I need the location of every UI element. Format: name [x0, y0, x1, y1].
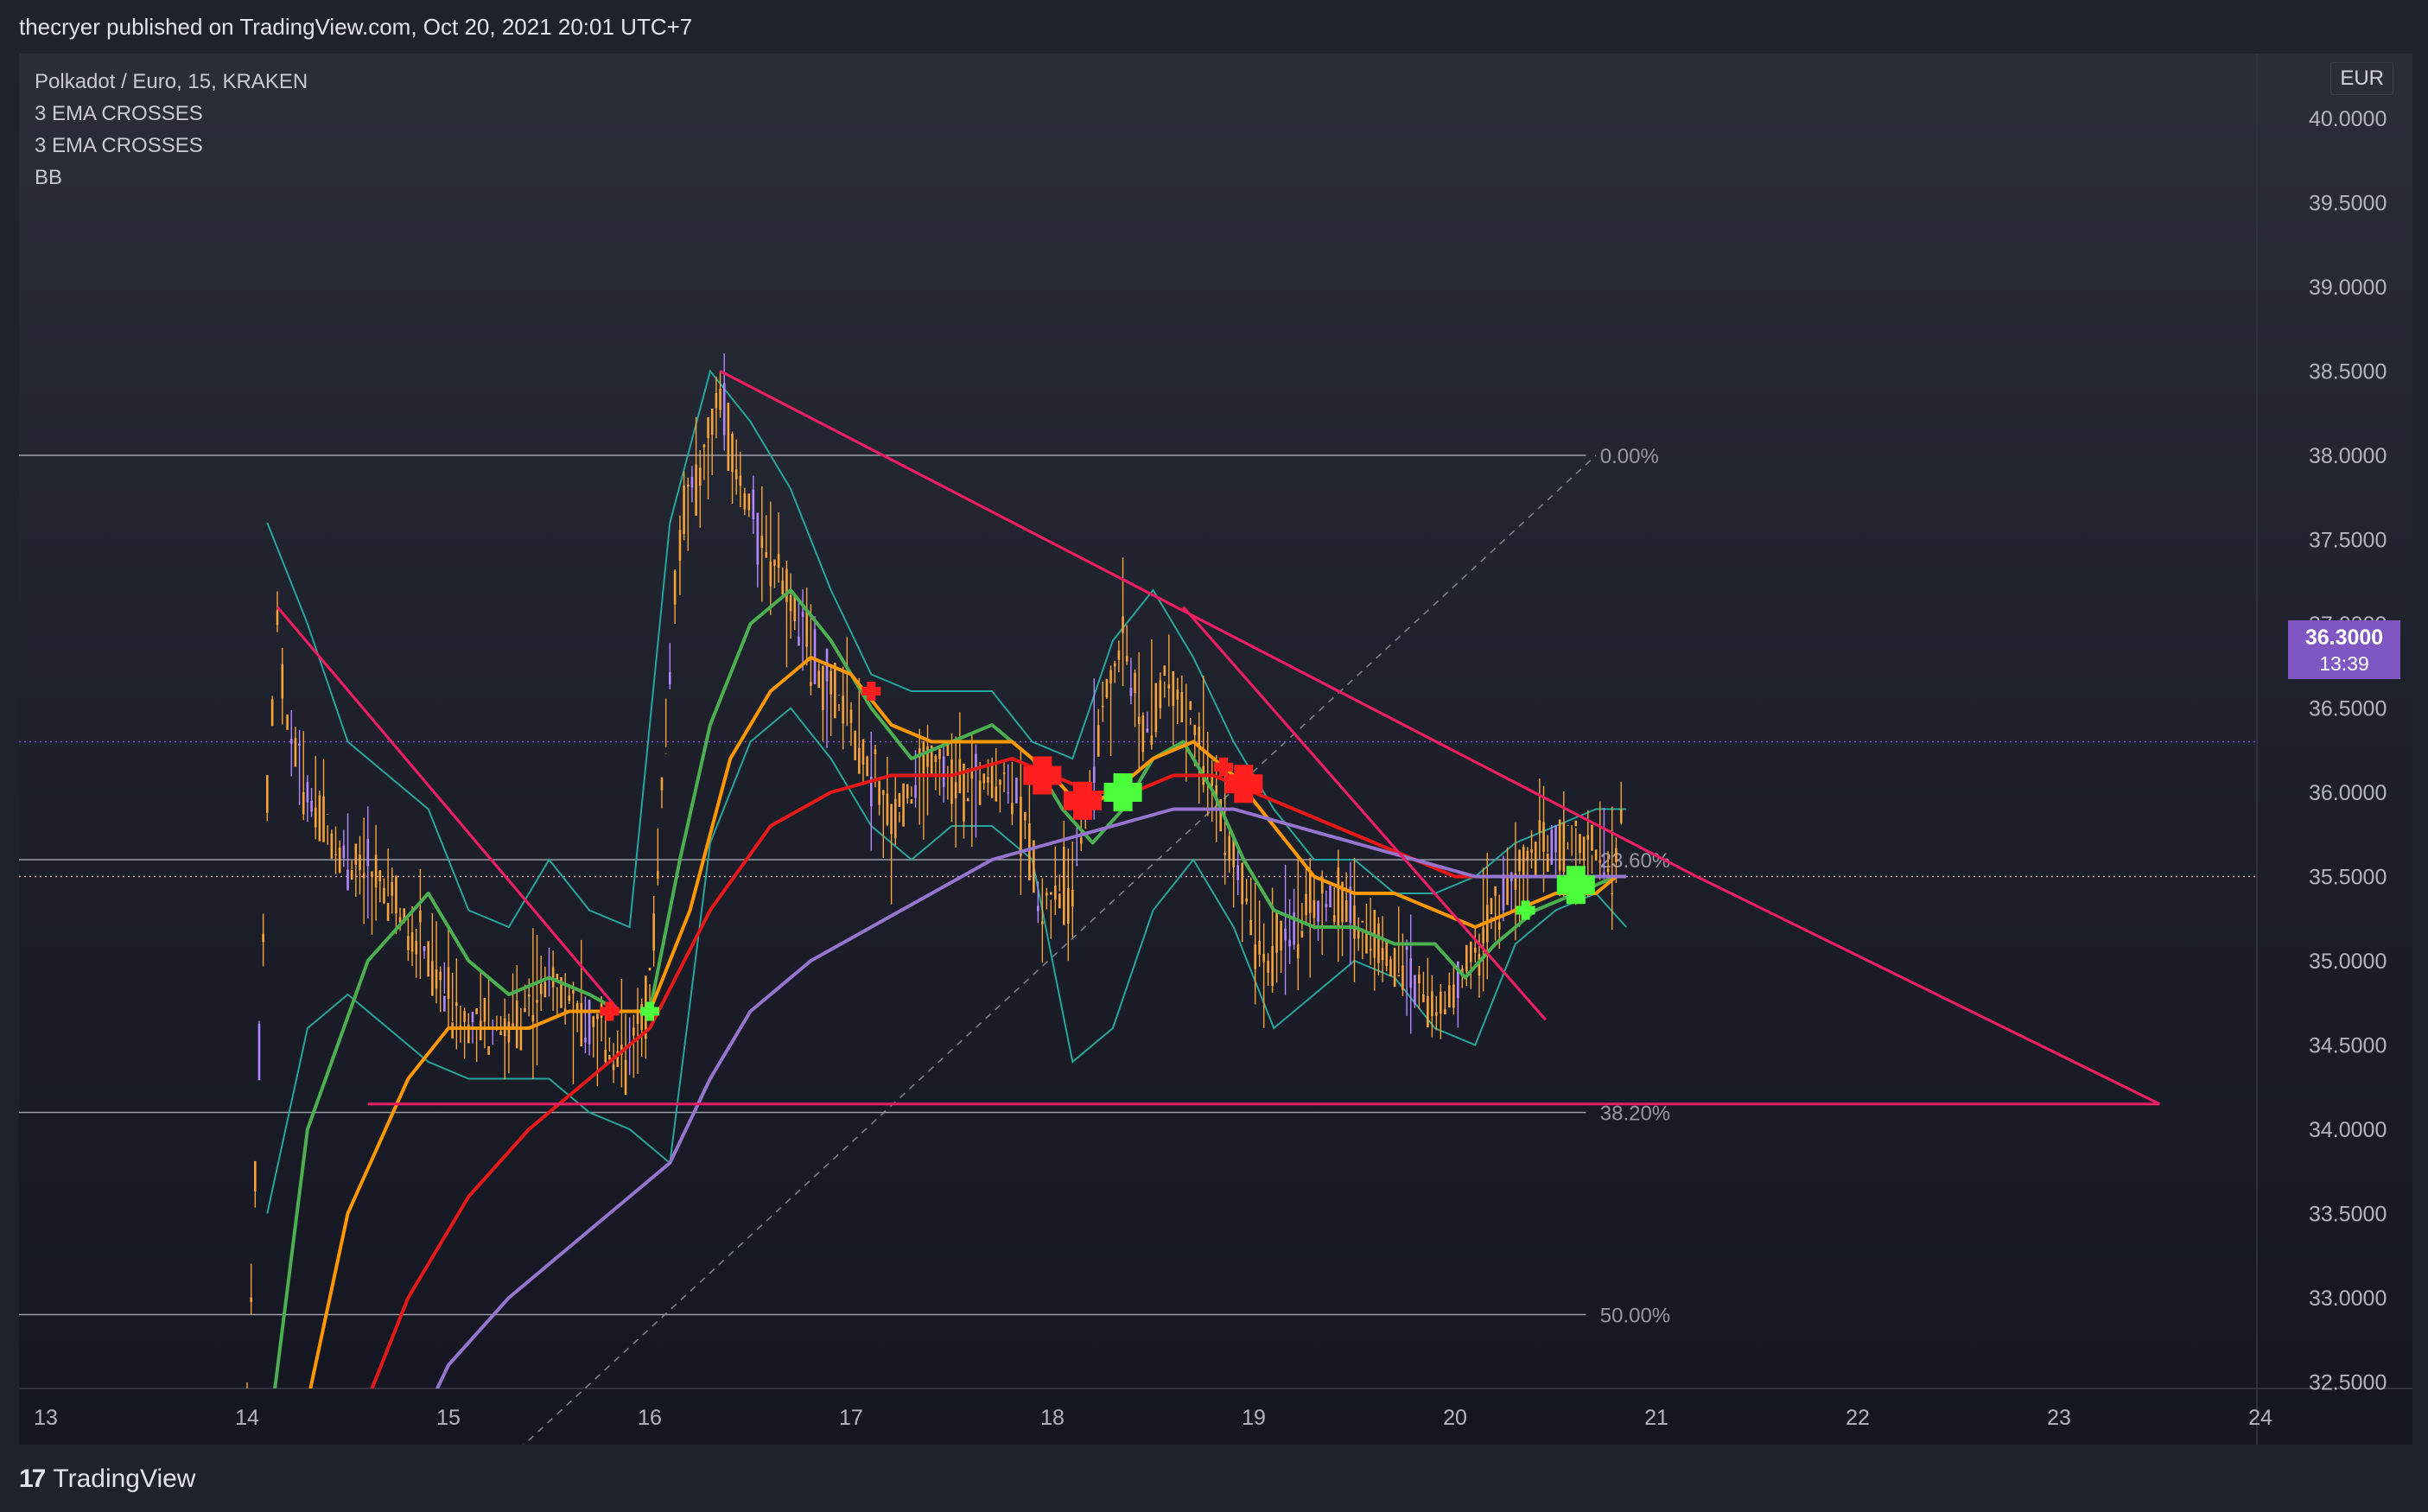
indicator-ema-1[interactable]: 3 EMA CROSSES [35, 98, 308, 130]
tradingview-logo-icon: 17 [19, 1464, 46, 1493]
y-tick-label: 39.5000 [2309, 192, 2387, 216]
y-tick-label: 38.5000 [2309, 360, 2387, 384]
buy-signal-marker [1566, 866, 1586, 905]
x-tick-label: 23 [2047, 1406, 2071, 1430]
tradingview-logo-text: TradingView [53, 1464, 196, 1493]
ema-fast-line [273, 588, 1618, 1388]
last-price-value: 36.3000 [2304, 626, 2384, 650]
y-tick-label: 35.5000 [2309, 866, 2387, 890]
x-tick-label: 13 [34, 1406, 58, 1430]
x-tick-label: 20 [1443, 1406, 1467, 1430]
publish-info: thecryer published on TradingView.com, O… [19, 14, 693, 40]
sell-signal-marker [1219, 757, 1229, 777]
x-tick-label: 24 [2248, 1406, 2272, 1430]
x-tick-label: 16 [638, 1406, 662, 1430]
y-tick-label: 34.5000 [2309, 1034, 2387, 1058]
currency-badge[interactable]: EUR [2330, 62, 2393, 95]
symbol-title[interactable]: Polkadot / Euro, 15, KRAKEN [35, 66, 308, 98]
x-tick-label: 17 [839, 1406, 863, 1430]
footer-bar: 17 TradingView [0, 1445, 2428, 1512]
chart-area[interactable]: 0.00% 23.60% 38.20% 50.00% 32.5000 33.0000 33.… [19, 54, 2412, 1445]
fib-level-label: 23.60% [1600, 849, 1670, 873]
y-tick-label: 39.0000 [2309, 276, 2387, 300]
y-tick-label: 38.0000 [2309, 444, 2387, 468]
fib-level-label: 50.00% [1600, 1305, 1670, 1328]
header-bar: thecryer published on TradingView.com, O… [0, 0, 2428, 54]
y-tick-label: 33.0000 [2309, 1286, 2387, 1311]
fib-level-label: 38.20% [1600, 1102, 1670, 1126]
tradingview-logo[interactable]: 17 TradingView [19, 1462, 195, 1496]
plot-layer [246, 353, 2161, 1388]
x-tick-label: 14 [235, 1406, 259, 1430]
trendline [719, 370, 1698, 878]
indicator-ema-2[interactable]: 3 EMA CROSSES [35, 130, 308, 162]
y-tick-label: 35.0000 [2309, 950, 2387, 974]
sell-signal-marker [867, 682, 876, 701]
y-tick-label: 34.0000 [2309, 1118, 2387, 1142]
y-tick-label: 36.5000 [2309, 697, 2387, 721]
sell-signal-marker [1072, 781, 1092, 820]
chart-legend: Polkadot / Euro, 15, KRAKEN 3 EMA CROSSE… [35, 66, 308, 194]
fib-diagonal [523, 454, 1597, 1445]
sell-signal-marker [1033, 756, 1052, 795]
x-tick-label: 18 [1040, 1406, 1065, 1430]
sell-signal-marker [1234, 765, 1254, 804]
buy-signal-marker [1521, 900, 1530, 920]
y-tick-label: 37.5000 [2309, 529, 2387, 553]
x-tick-label: 15 [436, 1406, 461, 1430]
y-tick-label: 40.0000 [2309, 107, 2387, 131]
y-tick-label: 33.5000 [2309, 1203, 2387, 1227]
fib-level-label: 0.00% [1600, 445, 1659, 468]
buy-signal-marker [645, 1001, 654, 1021]
trendline [1182, 606, 1548, 1021]
x-tick-label: 21 [1644, 1406, 1668, 1430]
bollinger-upper-line [266, 369, 1627, 929]
sell-signal-marker [605, 1001, 614, 1021]
bar-countdown: 13:39 [2319, 652, 2369, 675]
price-chart[interactable]: 0.00% 23.60% 38.20% 50.00% 32.5000 33.0000 33.… [19, 54, 2412, 1445]
y-tick-label: 36.0000 [2309, 781, 2387, 805]
x-tick-label: 19 [1242, 1406, 1266, 1430]
indicator-bb[interactable]: BB [35, 162, 308, 194]
trendline [1695, 875, 2161, 1106]
buy-signal-marker [1113, 773, 1133, 811]
x-tick-label: 22 [1846, 1406, 1870, 1430]
y-tick-label: 32.5000 [2309, 1371, 2387, 1395]
last-price-label: 36.3000 13:39 [2288, 620, 2400, 679]
